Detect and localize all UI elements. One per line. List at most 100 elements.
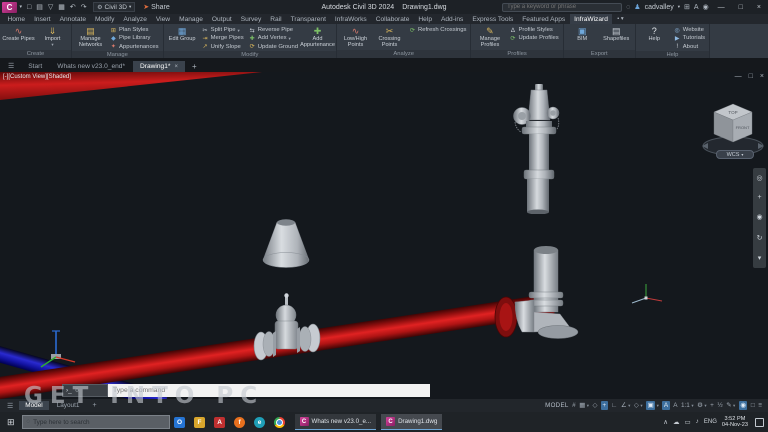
menu-tab-output[interactable]: Output	[207, 14, 236, 24]
chevron-down-icon[interactable]: ▾	[657, 403, 659, 409]
hidden-icons-chevron[interactable]: ∧	[663, 418, 668, 426]
customization-toggle[interactable]: ≡	[758, 401, 762, 410]
menu-tab-modify[interactable]: Modify	[91, 14, 119, 24]
chevron-down-icon[interactable]: ▾	[587, 403, 589, 409]
close-tab-icon[interactable]: ×	[174, 64, 178, 70]
minimize-button[interactable]: —	[713, 4, 730, 11]
ribbon-button-website[interactable]: ◎Website	[672, 26, 707, 34]
notifications-icon[interactable]: ◉	[703, 3, 709, 11]
ribbon-button-refresh-crossings[interactable]: ⟳Refresh Crossings	[407, 26, 468, 34]
clean-screen-toggle[interactable]: □	[751, 401, 755, 410]
ribbon-button-merge-pipes[interactable]: ⇥Merge Pipes	[200, 34, 246, 42]
ribbon-button-update-profiles[interactable]: ⟳Update Profiles	[507, 34, 560, 42]
menu-tab-infraworks[interactable]: InfraWorks	[330, 14, 371, 24]
pan-icon[interactable]: +	[757, 194, 761, 201]
annotation-autoscale-toggle[interactable]: A	[673, 401, 677, 410]
chevron-down-icon[interactable]: ▾	[704, 403, 706, 409]
menu-tab-annotate[interactable]: Annotate	[55, 14, 90, 24]
snap-mode-toggle[interactable]: ▦	[579, 401, 585, 410]
ribbon-button-shapefiles[interactable]: ▤Shapefiles	[600, 25, 633, 50]
task-button-whats-new-v23-0-e[interactable]: CWhats new v23.0_e...	[295, 414, 377, 430]
language-indicator[interactable]: ENG	[704, 419, 717, 425]
workspace-dropdown[interactable]: ⚙ Civil 3D ▾	[93, 2, 135, 12]
signed-in-user[interactable]: cadvalley	[645, 4, 674, 11]
ribbon-button-unify-slope[interactable]: ↗Unify Slope	[200, 43, 246, 51]
task-button-drawing1-dwg[interactable]: CDrawing1.dwg	[381, 414, 442, 430]
file-explorer-taskbar-icon[interactable]: F	[194, 417, 205, 428]
file-tab-start[interactable]: Start	[21, 61, 49, 72]
workspace-switching-toggle[interactable]: ⚙	[697, 401, 703, 410]
edge-taskbar-icon[interactable]: e	[254, 417, 265, 428]
ribbon-button-low-high-points[interactable]: ∿Low/High Points	[339, 25, 372, 50]
menu-tab-survey[interactable]: Survey	[236, 14, 266, 24]
vp-close-icon[interactable]: ×	[760, 73, 764, 80]
quick-properties-toggle[interactable]: ◉	[739, 401, 748, 410]
maximize-button[interactable]: □	[734, 4, 748, 11]
ribbon-button-pipe-library[interactable]: ◆Pipe Library	[108, 34, 161, 42]
drawing-viewport[interactable]: [-][Custom View][Shaded] — □ × TOP FRONT…	[0, 72, 768, 399]
navigation-wheel-icon[interactable]: ◎	[756, 174, 762, 182]
help-search-input[interactable]	[502, 3, 622, 12]
ribbon-button-edit-group[interactable]: ▦Edit Group	[166, 25, 199, 51]
ribbon-display-toggle[interactable]: ▪ ▾	[612, 14, 628, 24]
gate-valve[interactable]	[248, 293, 328, 381]
volume-icon[interactable]: ♪	[696, 418, 699, 426]
menu-tab-add-ins[interactable]: Add-ins	[436, 14, 467, 24]
chevron-down-icon[interactable]: ▾	[678, 4, 680, 10]
chevron-down-icon[interactable]: ▾	[628, 403, 630, 409]
network-icon[interactable]: ▭	[684, 418, 690, 426]
close-button[interactable]: ×	[752, 4, 766, 11]
file-tab-drawing1[interactable]: Drawing1*×	[133, 61, 185, 72]
plot-icon[interactable]: ▦	[56, 4, 68, 11]
layout-menu-icon[interactable]: ☰	[4, 402, 16, 410]
ribbon-button-add-vertex[interactable]: ✚Add Vertex▾	[247, 34, 300, 42]
isometric-drafting-toggle[interactable]: ◇	[634, 401, 639, 410]
file-tab-whats-new-v23-0-end[interactable]: Whats new v23.0_end*	[50, 61, 132, 72]
ribbon-button-crossing-points[interactable]: ✂Crossing Points	[373, 25, 406, 50]
application-menu-button[interactable]: C	[2, 2, 17, 13]
elbow-riser[interactable]	[488, 240, 588, 342]
menu-tab-collaborate[interactable]: Collaborate	[371, 14, 414, 24]
zoom-icon[interactable]: ◉	[756, 213, 762, 221]
menu-tab-home[interactable]: Home	[3, 14, 30, 24]
chevron-down-icon[interactable]: ▾	[691, 403, 693, 409]
infer-constraints-toggle[interactable]: ◇	[593, 401, 598, 410]
ribbon-button-help[interactable]: ?Help	[638, 25, 671, 51]
ribbon-button-manage-networks[interactable]: ▤Manage Networks	[74, 25, 107, 51]
share-button[interactable]: ➤ Share	[143, 3, 170, 11]
app-store-icon[interactable]: ⊞	[684, 3, 690, 11]
outlook-taskbar-icon[interactable]: O	[174, 417, 185, 428]
save-icon[interactable]: ▽	[45, 4, 55, 11]
taskbar-search-input[interactable]	[33, 419, 168, 426]
viewport-controls-label[interactable]: [-][Custom View][Shaded]	[3, 74, 71, 80]
menu-tab-analyze[interactable]: Analyze	[119, 14, 151, 24]
chevron-down-icon[interactable]: ▾	[640, 403, 642, 409]
firefox-taskbar-icon[interactable]: f	[234, 417, 245, 428]
bellmouth-cone[interactable]	[256, 216, 316, 272]
menu-tab-rail[interactable]: Rail	[266, 14, 286, 24]
autocad-taskbar-icon[interactable]: A	[214, 417, 225, 428]
ribbon-button-manage-profiles[interactable]: ✎Manage Profiles	[473, 25, 506, 50]
menu-tab-view[interactable]: View	[151, 14, 174, 24]
menu-tab-featured-apps[interactable]: Featured Apps	[518, 14, 570, 24]
ribbon-button-profile-styles[interactable]: ∆Profile Styles	[507, 26, 560, 34]
onedrive-icon[interactable]: ☁	[673, 418, 680, 426]
object-snap-toggle[interactable]: ▣	[646, 401, 655, 410]
autodesk-account-icon[interactable]: A	[694, 4, 699, 11]
ribbon-button-reverse-pipe[interactable]: ⇆Reverse Pipe	[247, 26, 300, 34]
navbar-more-icon[interactable]: ▾	[758, 254, 762, 262]
ribbon-button-import[interactable]: ⇓Import▾	[36, 25, 69, 50]
vp-restore-icon[interactable]: □	[749, 73, 753, 80]
ribbon-button-create-pipes[interactable]: ∿Create Pipes	[2, 25, 35, 50]
app-menu-arrow-icon[interactable]: ▾	[17, 4, 25, 10]
chrome-taskbar-icon[interactable]	[274, 417, 285, 428]
file-tab-menu-icon[interactable]: ☰	[2, 60, 20, 72]
grid-display-toggle[interactable]: #	[572, 401, 576, 410]
clock[interactable]: 3:52 PM 04-Nov-23	[722, 416, 748, 429]
ribbon-button-update-ground[interactable]: ⟳Update Ground	[247, 43, 300, 51]
orbit-icon[interactable]: ↻	[757, 234, 763, 242]
undo-icon[interactable]: ↶	[67, 4, 78, 11]
ribbon-button-appurtenances[interactable]: ✦Appurtenances	[108, 43, 161, 51]
polar-tracking-toggle[interactable]: ∠	[621, 401, 627, 410]
open-icon[interactable]: ▤	[34, 4, 46, 11]
